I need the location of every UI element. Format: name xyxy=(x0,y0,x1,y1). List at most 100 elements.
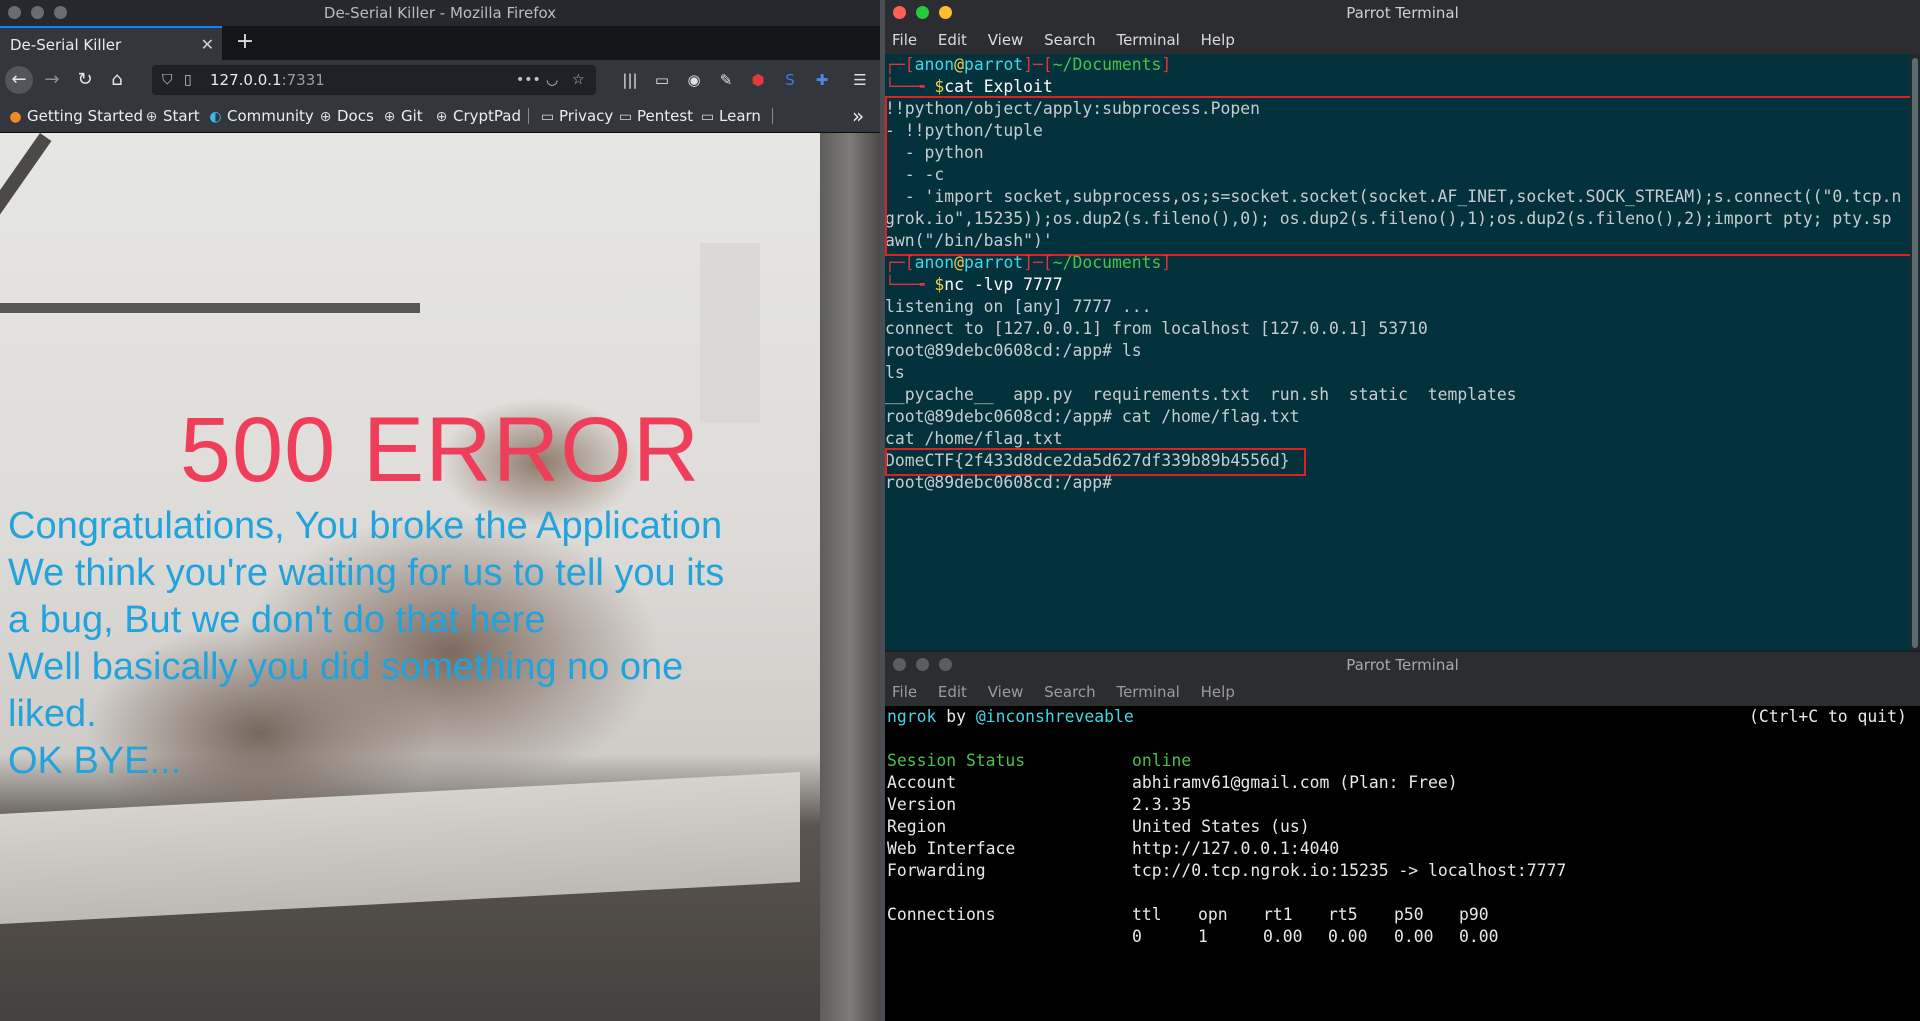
menu-help[interactable]: Help xyxy=(1201,678,1235,706)
globe-icon: ⊕ xyxy=(319,109,332,125)
menu-search[interactable]: Search xyxy=(1044,26,1096,54)
maximize-window-button[interactable] xyxy=(939,658,952,671)
bookmark-folder-learn[interactable]: ▭ Learn xyxy=(700,100,761,132)
window-controls xyxy=(893,6,952,19)
scrollbar-thumb[interactable] xyxy=(1912,58,1918,648)
shield-icon[interactable]: ⛉ xyxy=(162,65,173,95)
bookmark-community[interactable]: ◐ Community xyxy=(208,100,313,132)
bookmark-separator xyxy=(772,108,773,124)
extension-icon[interactable]: ✎ xyxy=(714,68,738,92)
menu-file[interactable]: File xyxy=(892,678,917,706)
field-value: United States (us) xyxy=(1132,817,1310,836)
firefox-titlebar: De-Serial Killer - Mozilla Firefox xyxy=(0,0,880,26)
menu-help[interactable]: Help xyxy=(1201,26,1235,54)
terminal-title: Parrot Terminal xyxy=(1346,4,1459,22)
output-line: cat /home/flag.txt xyxy=(885,429,1063,448)
field-label: Forwarding xyxy=(887,861,986,880)
ngrok-header: ngrok by @inconshreveable xyxy=(887,707,1134,726)
menu-terminal[interactable]: Terminal xyxy=(1116,26,1179,54)
terminal-output[interactable]: ┌─[anon@parrot]─[~/Documents] └──╼ $cat … xyxy=(885,54,1913,650)
output-line: ls xyxy=(885,363,905,382)
folder-icon: ▭ xyxy=(618,109,633,125)
tab-de-serial-killer[interactable]: De-Serial Killer ✕ xyxy=(0,26,222,60)
globe-icon: ⊕ xyxy=(145,109,158,125)
home-button[interactable]: ⌂ xyxy=(103,66,131,94)
ublock-icon[interactable]: ⬢ xyxy=(746,68,770,92)
bookmark-folder-privacy[interactable]: ▭ Privacy xyxy=(540,100,613,132)
output-line: __pycache__ app.py requirements.txt run.… xyxy=(885,385,1517,404)
globe-icon: ⊕ xyxy=(383,109,396,125)
new-tab-button[interactable]: + xyxy=(230,26,260,60)
bookmarks-toolbar: ● Getting Started ⊕ Start ◐ Community ⊕ Docs… xyxy=(0,100,880,133)
firefox-icon: ● xyxy=(9,109,22,125)
bookmarks-overflow-icon[interactable]: » xyxy=(852,100,864,132)
menu-search[interactable]: Search xyxy=(1044,678,1096,706)
menu-icon[interactable]: ☰ xyxy=(848,68,872,92)
minimize-window-button[interactable] xyxy=(916,658,929,671)
reload-button[interactable]: ↻ xyxy=(71,66,99,94)
bookmark-git[interactable]: ⊕ Git xyxy=(382,100,423,132)
conn-value: 0.00 xyxy=(1459,927,1499,946)
bookmark-cryptpad[interactable]: ⊕ CryptPad xyxy=(434,100,521,132)
bookmark-folder-pentest[interactable]: ▭ Pentest xyxy=(618,100,693,132)
background-cat-image xyxy=(700,243,760,423)
library-icon[interactable]: ||| xyxy=(618,68,642,92)
back-button[interactable]: ← xyxy=(5,66,33,94)
conn-value: 0 xyxy=(1132,927,1142,946)
url-port: :7331 xyxy=(281,71,325,89)
minimize-window-button[interactable] xyxy=(31,6,44,19)
conn-header: opn xyxy=(1198,905,1228,924)
error-message-line: We think you're waiting for us to tell y… xyxy=(8,552,725,594)
url-bar[interactable]: ⛉ ▯ 127.0.0.1:7331 ••• ◡ ☆ xyxy=(152,65,596,95)
globe-icon: ⊕ xyxy=(435,109,448,125)
background-cat-image xyxy=(0,772,800,924)
menu-edit[interactable]: Edit xyxy=(938,26,967,54)
exploit-highlight-box xyxy=(885,96,1913,256)
menu-file[interactable]: File xyxy=(892,26,917,54)
menu-terminal[interactable]: Terminal xyxy=(1116,678,1179,706)
bookmark-start[interactable]: ⊕ Start xyxy=(144,100,200,132)
output-line: root@89debc0608cd:/app# xyxy=(885,473,1112,492)
menu-edit[interactable]: Edit xyxy=(938,678,967,706)
folder-icon: ▭ xyxy=(700,109,715,125)
ngrok-output[interactable]: ngrok by @inconshreveable (Ctrl+C to qui… xyxy=(887,706,1917,1021)
navigation-toolbar: ← → ↻ ⌂ ⛉ ▯ 127.0.0.1:7331 ••• ◡ ☆ ||| ▭… xyxy=(0,60,880,100)
account-icon[interactable]: ◉ xyxy=(682,68,706,92)
maximize-window-button[interactable] xyxy=(54,6,67,19)
flag-extension-icon[interactable]: ✚ xyxy=(810,68,834,92)
maximize-window-button[interactable] xyxy=(939,6,952,19)
sidebar-icon[interactable]: ▭ xyxy=(650,68,674,92)
field-value: tcp://0.tcp.ngrok.io:15235 -> localhost:… xyxy=(1132,861,1567,880)
bookmark-getting-started[interactable]: ● Getting Started xyxy=(8,100,143,132)
folder-icon: ▭ xyxy=(540,109,555,125)
close-window-button[interactable] xyxy=(893,658,906,671)
window-title: De-Serial Killer - Mozilla Firefox xyxy=(323,4,557,22)
error-title: 500 ERROR xyxy=(179,399,701,501)
bookmark-separator xyxy=(528,108,529,124)
close-window-button[interactable] xyxy=(8,6,21,19)
command-line: └──╼ $cat Exploit xyxy=(885,77,1053,96)
shell-prompt: ┌─[anon@parrot]─[~/Documents] xyxy=(885,55,1172,74)
conn-value: 0.00 xyxy=(1263,927,1303,946)
bookmark-docs[interactable]: ⊕ Docs xyxy=(318,100,374,132)
field-value: 2.3.35 xyxy=(1132,795,1192,814)
output-line: listening on [any] 7777 ... xyxy=(885,297,1152,316)
page-actions-icon[interactable]: ••• xyxy=(516,65,541,95)
terminal-menubar: File Edit View Search Terminal Help xyxy=(885,26,1920,54)
output-line: root@89debc0608cd:/app# cat /home/flag.t… xyxy=(885,407,1300,426)
page-icon[interactable]: ▯ xyxy=(184,65,192,95)
firefox-window: De-Serial Killer - Mozilla Firefox De-Se… xyxy=(0,0,880,1021)
menu-view[interactable]: View xyxy=(988,678,1024,706)
minimize-window-button[interactable] xyxy=(916,6,929,19)
field-value: abhiramv61@gmail.com (Plan: Free) xyxy=(1132,773,1458,792)
bookmark-star-icon[interactable]: ☆ xyxy=(572,65,585,95)
close-tab-icon[interactable]: ✕ xyxy=(201,28,214,62)
conn-value: 1 xyxy=(1198,927,1208,946)
s-extension-icon[interactable]: S xyxy=(778,68,802,92)
error-message-line: Well basically you did something no one xyxy=(8,646,684,688)
pocket-icon[interactable]: ◡ xyxy=(546,65,558,95)
close-window-button[interactable] xyxy=(893,6,906,19)
forward-button[interactable]: → xyxy=(38,66,66,94)
conn-value: 0.00 xyxy=(1328,927,1368,946)
menu-view[interactable]: View xyxy=(988,26,1024,54)
